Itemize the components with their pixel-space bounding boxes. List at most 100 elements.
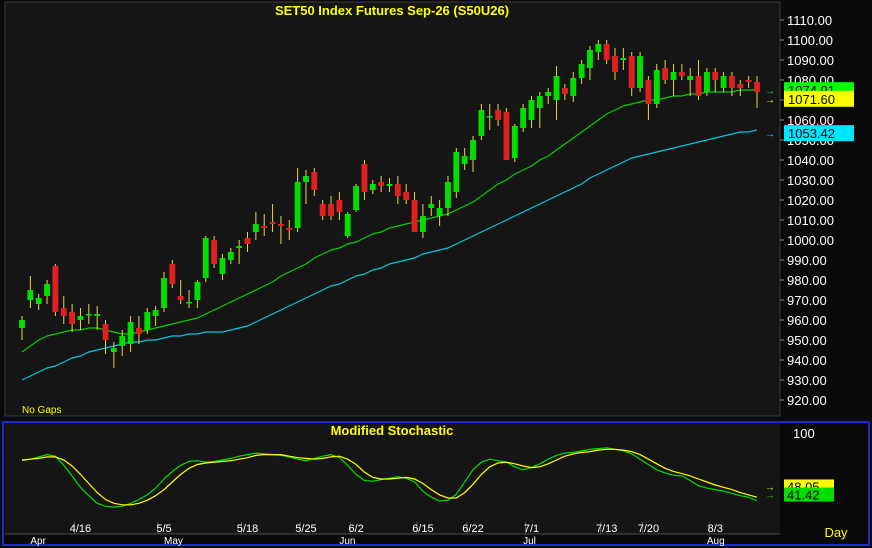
candle-body-up (453, 152, 460, 192)
candle-body-up (303, 176, 309, 182)
stochastic-title: Modified Stochastic (331, 423, 454, 438)
candle-body-up (44, 284, 50, 296)
candle-body-down (695, 76, 702, 96)
candle-body-up (653, 70, 660, 104)
candle-body-down (678, 72, 685, 76)
stochastic-tick-label: 100 (793, 426, 815, 441)
candle-body-up (545, 92, 552, 96)
candle-body-down (712, 72, 719, 80)
candle-body-up (227, 252, 234, 260)
candle-body-up (152, 310, 159, 316)
candle-body-up (436, 208, 443, 216)
candle-body-up (27, 290, 34, 300)
candle-body-down (52, 266, 59, 312)
candle-body-down (60, 308, 67, 316)
candle-body-up (85, 314, 92, 316)
price-tick-label: 1040.00 (787, 153, 834, 168)
candle-body-down (754, 82, 760, 92)
candle-body-up (486, 116, 493, 118)
price-tick-label: 940.00 (787, 353, 827, 368)
price-tag-arrow: → (765, 129, 775, 140)
candle-body-up (687, 76, 694, 80)
date-tick-label: 7/1 (524, 523, 539, 535)
date-tick-label: 6/15 (412, 523, 433, 535)
price-tag-arrow: → (765, 95, 775, 106)
candle-body-up (353, 186, 360, 210)
candle-body-up (127, 322, 134, 344)
candle-body-down (503, 112, 510, 160)
date-tick-label: 6/2 (348, 523, 363, 535)
candle-body-up (461, 156, 468, 164)
candle-body-down (403, 192, 410, 200)
price-tag: 1071.60 (784, 90, 854, 107)
candle-body-up (553, 76, 560, 100)
candle-body-up (620, 58, 627, 60)
candle-body-down (628, 56, 635, 88)
candlestick (169, 260, 176, 288)
candle-body-up (528, 100, 535, 120)
candle-body-down (378, 182, 385, 186)
no-gaps-label: No Gaps (22, 405, 61, 416)
price-panel: SET50 Index Futures Sep-26 (S50U26) No G… (4, 1, 854, 417)
candle-body-up (252, 224, 259, 232)
candle-body-down (603, 44, 610, 60)
candle-body-up (720, 76, 727, 88)
candle-body-up (344, 214, 351, 236)
candle-body-up (703, 72, 710, 92)
candle-body-up (77, 316, 84, 320)
candle-body-up (186, 302, 192, 304)
candle-body-up (369, 184, 376, 190)
candle-body-down (311, 172, 318, 190)
candle-body-up (637, 56, 643, 88)
candlestick (344, 212, 351, 238)
candle-body-down (136, 328, 142, 334)
candle-body-up (202, 238, 209, 278)
month-label: Jul (523, 536, 536, 547)
candle-body-up (236, 246, 243, 248)
date-tick-label: 7/13 (596, 523, 617, 535)
candle-body-down (261, 226, 268, 228)
price-tick-label: 970.00 (787, 293, 827, 308)
candle-body-up (19, 320, 25, 328)
price-tick-label: 1110.00 (787, 13, 832, 28)
candle-body-down (328, 204, 334, 216)
candle-body-up (419, 216, 426, 232)
candlestick (703, 68, 710, 96)
candle-body-up (219, 258, 226, 274)
candle-body-up (35, 298, 42, 304)
candle-body-down (269, 222, 276, 224)
candle-body-up (294, 182, 301, 228)
price-tick-label: 980.00 (787, 273, 827, 288)
date-tick-label: 6/22 (462, 523, 483, 535)
candle-body-up (478, 110, 485, 136)
candlestick (453, 148, 460, 198)
candle-body-down (394, 184, 401, 196)
price-tick-label: 1020.00 (787, 193, 834, 208)
candle-body-down (737, 84, 744, 88)
candle-body-up (578, 64, 585, 78)
period-label: Day (824, 525, 848, 540)
candlestick (202, 236, 209, 282)
stochastic-panel: Modified Stochastic 100 → 48.05→ 41.42 (2, 421, 870, 546)
candle-body-up (428, 204, 435, 208)
candlestick (653, 64, 660, 108)
candle-body-up (194, 282, 201, 300)
candle-body-down (361, 164, 368, 192)
candle-body-up (94, 314, 101, 316)
price-tick-label: 920.00 (787, 393, 827, 408)
candle-body-down (169, 264, 176, 284)
candle-body-up (119, 336, 126, 346)
candle-body-up (587, 50, 593, 68)
date-tick-label: 7/20 (638, 523, 659, 535)
candle-body-up (570, 78, 577, 96)
price-tick-label: 1100.00 (787, 33, 833, 48)
candle-body-down (319, 204, 326, 216)
candle-body-down (745, 80, 752, 82)
date-tick-label: 5/5 (156, 523, 171, 535)
month-label: May (164, 536, 183, 547)
candle-body-down (244, 238, 251, 244)
candle-body-up (520, 108, 527, 128)
candle-body-down (495, 110, 502, 120)
date-tick-label: 5/18 (237, 523, 258, 535)
candle-body-down (645, 80, 652, 104)
